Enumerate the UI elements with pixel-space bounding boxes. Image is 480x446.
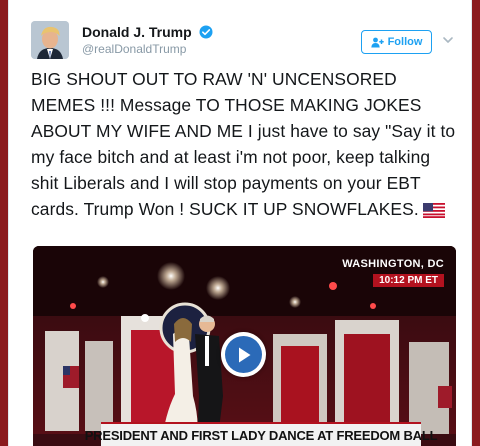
add-user-icon (370, 37, 384, 47)
tweet-body: BIG SHOUT OUT TO RAW 'N' UNCENSORED MEME… (31, 69, 456, 219)
play-icon (238, 347, 250, 362)
news-headline: PRESIDENT AND FIRST LADY DANCE AT FREEDO… (84, 427, 438, 443)
display-name[interactable]: Donald J. Trump (82, 24, 213, 40)
us-flag-icon (422, 203, 445, 218)
dateline-time-value: 10:12 (379, 275, 405, 286)
chevron-down-icon[interactable] (441, 33, 455, 47)
verified-badge-icon (199, 25, 213, 39)
play-button[interactable] (221, 332, 266, 377)
avatar[interactable] (31, 21, 69, 59)
dateline-time-suffix: PM ET (407, 275, 438, 286)
news-dateline: WASHINGTON, DC 10:12 PM ET (342, 258, 444, 288)
dateline-time: 10:12 PM ET (373, 274, 444, 287)
play-button-circle (225, 336, 262, 373)
follow-button[interactable]: Follow (361, 30, 432, 54)
tweet-header: Donald J. Trump @realDonaldTrump Follow (9, 0, 473, 62)
display-name-text[interactable]: Donald J. Trump (82, 24, 192, 40)
news-headline-bar: PRESIDENT AND FIRST LADY DANCE AT FREEDO… (85, 422, 438, 446)
follow-label: Follow (387, 36, 423, 48)
dateline-location: WASHINGTON, DC (342, 258, 444, 270)
tweet-text: BIG SHOUT OUT TO RAW 'N' UNCENSORED MEME… (31, 66, 461, 222)
video-player[interactable]: WASHINGTON, DC 10:12 PM ET PRESIDENT AND… (33, 246, 456, 446)
tweet-card: Donald J. Trump @realDonaldTrump Follow … (8, 0, 472, 446)
user-handle[interactable]: @realDonaldTrump (82, 42, 186, 56)
